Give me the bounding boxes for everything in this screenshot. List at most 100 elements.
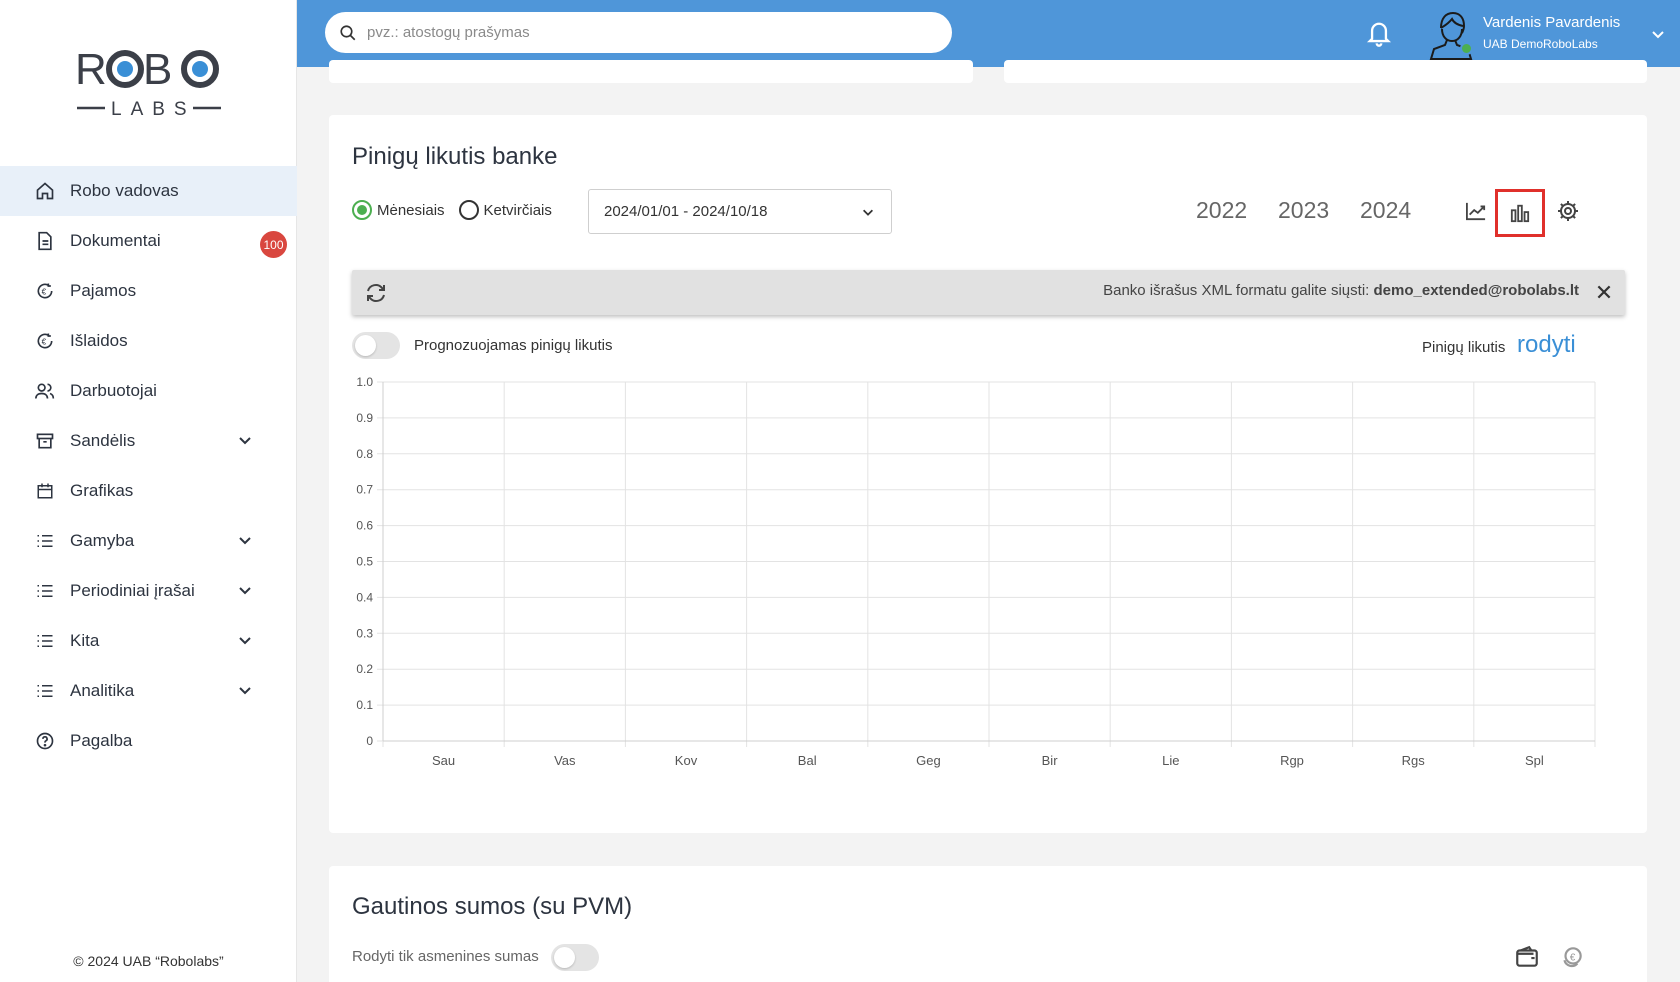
sidebar-item-darbuotojai[interactable]: Darbuotojai — [0, 366, 297, 416]
year-2024-button[interactable]: 2024 — [1360, 197, 1411, 224]
card-title: Gautinos sumos (su PVM) — [352, 893, 633, 920]
income-icon: € — [34, 280, 56, 302]
year-2022-button[interactable]: 2022 — [1196, 197, 1247, 224]
sidebar-item-label: Grafikas — [70, 481, 134, 500]
radio-monthly[interactable] — [352, 200, 372, 220]
x-tick-label: Geg — [916, 753, 941, 768]
search-input[interactable] — [367, 24, 927, 41]
info-text: Banko išrašus XML formatu galite siųsti:… — [1103, 282, 1579, 299]
sidebar-item-pajamos[interactable]: € Pajamos — [0, 266, 297, 316]
sidebar-item-label: Darbuotojai — [70, 381, 157, 400]
radio-quarterly[interactable] — [458, 200, 479, 220]
bell-icon[interactable] — [1365, 18, 1393, 48]
chart-settings-button[interactable] — [1551, 194, 1585, 228]
sidebar-item-label: Kita — [70, 631, 100, 650]
coins-icon[interactable]: € — [1559, 944, 1585, 970]
chevron-down-icon — [863, 209, 873, 216]
forecast-toggle[interactable] — [352, 332, 400, 359]
received-amounts-card: Gautinos sumos (su PVM) Rodyti tik asmen… — [329, 866, 1647, 982]
info-email[interactable]: demo_extended@robolabs.lt — [1374, 282, 1580, 299]
svg-text:R: R — [75, 45, 106, 94]
sidebar-item-sandelis[interactable]: Sandėlis — [0, 416, 297, 466]
y-tick-label: 0 — [366, 734, 373, 748]
y-tick-label: 0.4 — [356, 590, 373, 604]
chevron-down-icon — [239, 687, 251, 695]
sidebar-item-label: Pajamos — [70, 281, 137, 300]
x-tick-label: Bal — [798, 753, 817, 768]
dashboard-card-partial — [329, 60, 973, 83]
personal-amounts-toggle[interactable] — [551, 944, 599, 971]
topbar: Vardenis Pavardenis UAB DemoRoboLabs — [297, 0, 1680, 67]
radio-monthly-label[interactable]: Mėnesiais — [377, 202, 445, 219]
refresh-icon[interactable] — [364, 281, 388, 305]
sidebar-item-label: Robo vadovas — [70, 181, 179, 200]
sidebar-nav: Robo vadovas Dokumentai 100 € Pajamos € … — [0, 166, 297, 766]
copyright-footer: © 2024 UAB “Robolabs” — [73, 953, 224, 969]
user-company: UAB DemoRoboLabs — [1483, 37, 1598, 51]
documents-count-badge: 100 — [260, 231, 287, 258]
x-tick-label: Vas — [554, 753, 576, 768]
line-chart-icon — [1466, 202, 1486, 221]
bar-chart-toggle[interactable] — [1495, 189, 1545, 237]
help-icon — [34, 730, 56, 752]
y-tick-label: 0.6 — [356, 519, 373, 533]
archive-icon — [34, 430, 56, 452]
x-tick-label: Bir — [1042, 753, 1059, 768]
chevron-down-icon — [239, 587, 251, 595]
forecast-toggle-label: Prognozuojamas pinigų likutis — [414, 337, 613, 354]
sidebar-item-dokumentai[interactable]: Dokumentai 100 — [0, 216, 297, 266]
document-icon — [34, 230, 56, 252]
sidebar-item-label: Dokumentai — [70, 231, 161, 250]
y-tick-label: 0.9 — [356, 411, 373, 425]
x-tick-label: Sau — [432, 753, 455, 768]
date-range-select[interactable]: 2024/01/01 - 2024/10/18 — [588, 189, 892, 234]
svg-text:€: € — [42, 286, 47, 296]
date-range-value: 2024/01/01 - 2024/10/18 — [604, 203, 768, 220]
bank-balance-card: Pinigų likutis banke Mėnesiais Ketvirčia… — [329, 115, 1647, 833]
user-name[interactable]: Vardenis Pavardenis — [1483, 14, 1620, 31]
list-icon — [34, 630, 56, 652]
y-tick-label: 0.7 — [356, 483, 373, 497]
svg-text:€: € — [1570, 952, 1576, 963]
year-2023-button[interactable]: 2023 — [1278, 197, 1329, 224]
robolabs-logo[interactable]: R B LABS — [75, 42, 225, 122]
x-tick-label: Spl — [1525, 753, 1544, 768]
close-icon[interactable] — [1595, 283, 1613, 301]
home-icon — [34, 180, 56, 202]
sidebar-item-islaidos[interactable]: € Išlaidos — [0, 316, 297, 366]
sidebar-item-grafikas[interactable]: Grafikas — [0, 466, 297, 516]
gear-icon — [1558, 201, 1578, 221]
y-tick-label: 0.8 — [356, 447, 373, 461]
y-tick-label: 0.2 — [356, 662, 373, 676]
sidebar-item-analitika[interactable]: Analitika — [0, 666, 297, 716]
chevron-down-icon — [239, 637, 251, 645]
sidebar-item-label: Pagalba — [70, 731, 133, 750]
chevron-down-icon — [239, 437, 251, 445]
sidebar: R B LABS Robo vadovas Dokumentai 100 € P… — [0, 0, 297, 982]
search-box[interactable] — [325, 12, 952, 53]
x-tick-label: Lie — [1162, 753, 1179, 768]
sidebar-item-periodiniai-irasai[interactable]: Periodiniai įrašai — [0, 566, 297, 616]
online-status-indicator — [1460, 42, 1473, 55]
chevron-down-icon[interactable] — [1650, 26, 1666, 42]
calendar-icon — [34, 480, 56, 502]
search-icon — [340, 24, 356, 40]
y-tick-label: 1.0 — [356, 375, 373, 389]
show-balance-link[interactable]: rodyti — [1517, 331, 1576, 359]
svg-text:LABS: LABS — [111, 99, 196, 120]
sidebar-item-robo-vadovas[interactable]: Robo vadovas — [0, 166, 297, 216]
x-tick-label: Rgs — [1402, 753, 1426, 768]
radio-quarterly-label[interactable]: Ketvirčiais — [484, 202, 552, 219]
personal-amounts-toggle-label: Rodyti tik asmenines sumas — [352, 948, 539, 965]
bank-balance-chart: 0 0.1 0.2 0.3 0.4 0.5 0.6 0.7 0.8 0.9 1.0 Sau Vas Kov… — [356, 375, 1596, 768]
wallet-icon[interactable] — [1514, 944, 1540, 970]
period-radio-group: Mėnesiais Ketvirčiais — [352, 200, 566, 220]
sidebar-item-kita[interactable]: Kita — [0, 616, 297, 666]
sidebar-item-gamyba[interactable]: Gamyba — [0, 516, 297, 566]
list-icon — [34, 680, 56, 702]
sidebar-item-pagalba[interactable]: Pagalba — [0, 716, 297, 766]
y-tick-label: 0.5 — [356, 555, 373, 569]
line-chart-toggle[interactable] — [1459, 194, 1493, 228]
x-tick-label: Rgp — [1280, 753, 1304, 768]
sidebar-item-label: Sandėlis — [70, 431, 136, 450]
